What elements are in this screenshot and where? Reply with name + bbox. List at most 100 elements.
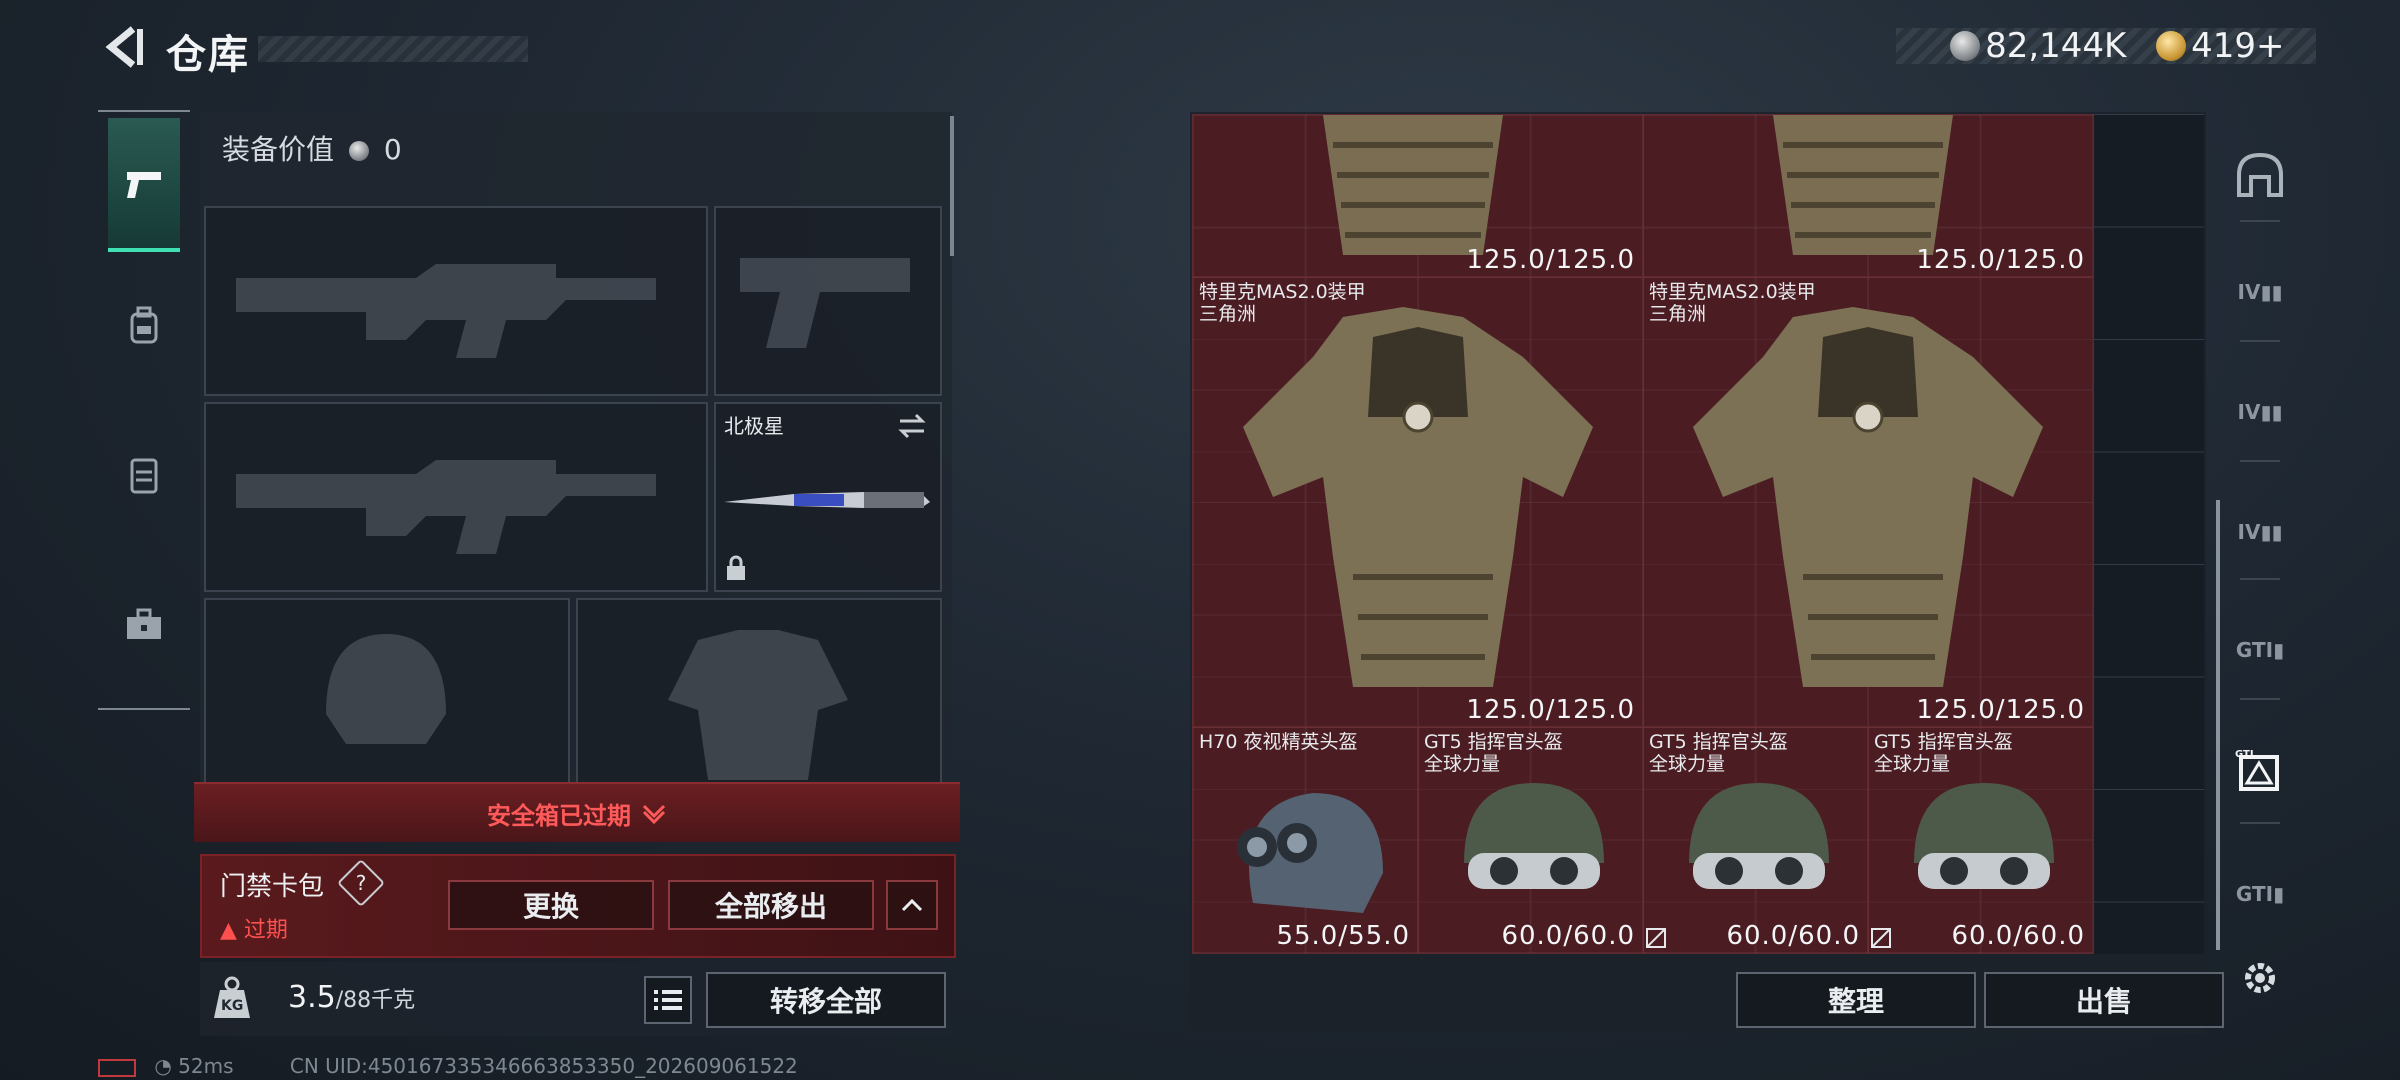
replace-label: 更换 — [522, 890, 579, 923]
pistol-icon — [127, 172, 161, 198]
chest-rig-icon — [130, 458, 158, 494]
page-title: 仓库 — [166, 32, 250, 78]
equipment-value: 装备价值 0 — [222, 128, 402, 168]
equipment-value-label: 装备价值 — [222, 133, 335, 166]
melee-slot[interactable]: 北极星 — [714, 402, 942, 592]
collapse-button[interactable] — [886, 880, 938, 930]
title-decoration — [258, 36, 528, 62]
stash-item[interactable]: 特里克MAS2.0装甲 三角洲 125.0/125.0 — [1642, 276, 2094, 728]
chevron-up-icon — [901, 898, 923, 912]
gti-filter-icon[interactable]: GTI ▮ — [2228, 864, 2292, 924]
currency-gold[interactable]: 419+ — [2156, 26, 2284, 66]
armor-slot[interactable] — [576, 598, 942, 788]
durability: 60.0/60.0 — [1951, 921, 2085, 951]
stash-item[interactable]: 125.0/125.0 — [1192, 114, 1644, 278]
item-name: H70 夜视精英头盔 — [1199, 731, 1358, 753]
commander-helmet-image — [1914, 783, 2054, 889]
gti-active-filter-icon[interactable]: GTI — [2228, 742, 2292, 802]
durability: 125.0/125.0 — [1466, 695, 1635, 725]
helmet-filter-icon[interactable] — [2228, 144, 2292, 204]
stash-item[interactable]: H70 夜视精英头盔 55.0/55.0 — [1192, 726, 1419, 954]
primary-weapon-slot[interactable] — [204, 206, 708, 396]
durability: 60.0/60.0 — [1501, 921, 1635, 951]
commander-helmet-image — [1689, 783, 1829, 889]
safe-box-banner-text: 安全箱已过期 — [487, 801, 631, 830]
pistol-placeholder-icon — [740, 258, 910, 348]
lock-icon — [727, 555, 745, 580]
armor-iv-filter-icon[interactable]: IV ▮▮ — [2228, 502, 2292, 562]
expired-text: 过期 — [243, 918, 288, 943]
melee-name: 北极星 — [724, 414, 784, 438]
sell-button[interactable]: 出售 — [1984, 972, 2224, 1028]
weight-max: /88千克 — [335, 988, 416, 1013]
helmet-placeholder-icon — [326, 634, 446, 744]
back-arrow-icon — [105, 26, 143, 68]
transfer-all-button[interactable]: 转移全部 — [706, 972, 946, 1028]
durability: 125.0/125.0 — [1916, 695, 2085, 725]
stash-item[interactable]: GT5 指挥官头盔 全球力量 60.0/60.0 — [1417, 726, 1644, 954]
rifle-placeholder-icon — [236, 264, 656, 358]
silver-coin-icon — [1950, 31, 1980, 61]
armor-vest-image — [1693, 307, 2043, 687]
list-view-button[interactable] — [644, 976, 692, 1024]
uid-text: CN UID:450167335346663853350_20260906152… — [289, 1054, 798, 1078]
back-button[interactable] — [98, 22, 148, 72]
durability: 55.0/55.0 — [1276, 921, 1410, 951]
gear-icon[interactable] — [2228, 948, 2292, 1008]
stash-item[interactable]: 特里克MAS2.0装甲 三角洲 125.0/125.0 — [1192, 276, 1644, 728]
gold-coin-icon — [2156, 31, 2186, 61]
safe-box-expired-banner[interactable]: 安全箱已过期 — [194, 782, 960, 842]
gti-filter-icon[interactable]: GTI ▮ — [2228, 620, 2292, 680]
battery-icon — [98, 1058, 136, 1077]
durability: 125.0/125.0 — [1916, 245, 2085, 275]
sell-label: 出售 — [2075, 985, 2132, 1018]
status-bar: ◔ 52ms CN UID:450167335346663853350_2026… — [98, 1054, 798, 1078]
secondary-primary-weapon-slot[interactable] — [204, 402, 708, 592]
armor-vest-image — [1243, 307, 1593, 687]
tab-weapons[interactable] — [108, 118, 180, 252]
tab-toolbox[interactable] — [108, 560, 180, 690]
stash-filter-tabs: IV ▮▮ IV ▮▮ IV ▮▮ GTI ▮ GTI GTI ▮ — [2216, 112, 2304, 1012]
knife-icon — [724, 492, 930, 508]
swap-icon[interactable] — [896, 412, 928, 440]
helmet-slot[interactable] — [204, 598, 570, 788]
stash-item[interactable]: GT5 指挥官头盔 全球力量 60.0/60.0 — [1642, 726, 1869, 954]
stash-item[interactable]: 125.0/125.0 — [1642, 114, 2094, 278]
ping-text: 52ms — [178, 1054, 234, 1078]
armor-iv-filter-icon[interactable]: IV ▮▮ — [2228, 262, 2292, 322]
armor-vest-image — [1773, 115, 1953, 255]
tab-chest-rig[interactable] — [108, 410, 180, 540]
loadout-scrollbar[interactable] — [950, 116, 954, 256]
weight-icon-label: KG — [221, 998, 244, 1014]
gold-amount: 419+ — [2191, 26, 2285, 66]
armor-vest-image — [1323, 115, 1503, 255]
weight-current: 3.5 — [288, 980, 336, 1015]
tab-backpack[interactable] — [108, 260, 180, 390]
currency-silver[interactable]: 82,144K — [1950, 26, 2126, 66]
remove-all-button[interactable]: 全部移出 — [668, 880, 874, 930]
replace-button[interactable]: 更换 — [448, 880, 654, 930]
equipment-value-amount: 0 — [383, 133, 402, 166]
keycard-case-title: 门禁卡包 — [220, 872, 325, 902]
remove-all-label: 全部移出 — [714, 890, 827, 923]
secondary-weapon-slot[interactable] — [714, 206, 942, 396]
stash-item[interactable]: GT5 指挥官头盔 全球力量 60.0/60.0 — [1867, 726, 2094, 954]
list-icon — [654, 990, 682, 1010]
weight-icon: KG — [212, 976, 252, 1020]
armor-placeholder-icon — [668, 630, 848, 780]
backpack-icon — [130, 306, 158, 344]
silver-amount: 82,144K — [1985, 26, 2127, 66]
no-repair-icon — [1871, 928, 1891, 948]
help-icon: ? — [355, 871, 367, 895]
nvg-helmet-image — [1237, 793, 1383, 913]
expired-status: ▲ 过期 — [220, 912, 288, 944]
silver-coin-icon — [348, 141, 369, 161]
sort-button[interactable]: 整理 — [1736, 972, 1976, 1028]
wifi-icon: ◔ — [154, 1054, 172, 1078]
transfer-all-label: 转移全部 — [769, 985, 882, 1018]
no-repair-icon — [1646, 928, 1666, 948]
commander-helmet-image — [1464, 783, 1604, 889]
weight-readout: 3.5/88千克 — [288, 980, 415, 1015]
sort-label: 整理 — [1827, 985, 1884, 1018]
armor-iv-filter-icon[interactable]: IV ▮▮ — [2228, 382, 2292, 442]
